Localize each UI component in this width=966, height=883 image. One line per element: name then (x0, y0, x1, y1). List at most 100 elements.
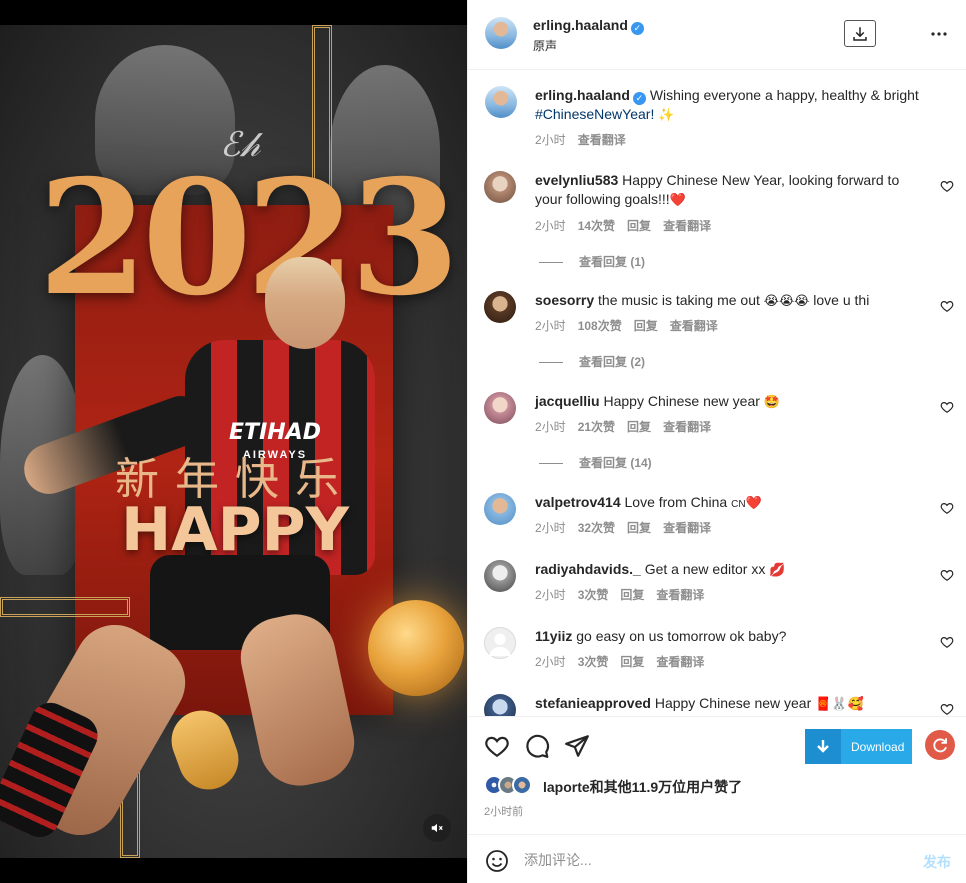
smiley-icon[interactable] (485, 849, 509, 873)
translate-button[interactable]: 查看翻译 (670, 319, 718, 333)
reply-button[interactable]: 回复 (627, 521, 651, 535)
verified-badge-icon: ✓ (630, 22, 644, 35)
comment-likes[interactable]: 3次赞 (578, 588, 609, 602)
comment-username[interactable]: stefanieapproved (535, 695, 651, 711)
cn-flag-emoji: CN (731, 499, 746, 510)
player-boot (163, 702, 247, 798)
comment-likes[interactable]: 21次赞 (578, 420, 615, 434)
comment-time[interactable]: 2小时 (535, 588, 566, 602)
view-replies-button[interactable]: 查看回复 (2) (539, 353, 645, 370)
caption-text: Wishing everyone a happy, healthy & brig… (649, 87, 919, 103)
comment-likes[interactable]: 108次赞 (578, 319, 622, 333)
caption-username[interactable]: erling.haaland (535, 87, 630, 103)
refresh-button[interactable] (925, 730, 955, 760)
author-username[interactable]: erling.haaland (533, 17, 628, 33)
heart-icon[interactable] (940, 299, 954, 313)
comment-avatar[interactable] (484, 560, 516, 592)
translate-button[interactable]: 查看翻译 (663, 219, 711, 233)
comment-avatar[interactable] (484, 171, 516, 203)
audio-label[interactable]: 原声 (533, 37, 557, 54)
speaker-muted-icon (431, 823, 443, 833)
heart-icon[interactable] (940, 568, 954, 582)
comment-time[interactable]: 2小时 (535, 420, 566, 434)
translate-button[interactable]: 查看翻译 (663, 420, 711, 434)
heart-icon[interactable] (484, 733, 510, 759)
comment-time[interactable]: 2小时 (535, 655, 566, 669)
author-avatar[interactable] (485, 17, 517, 49)
download-tray-icon (853, 26, 867, 41)
comment-time[interactable]: 2小时 (535, 319, 566, 333)
comment-text: Happy Chinese new year (654, 695, 812, 711)
heart-icon[interactable] (940, 400, 954, 414)
heart-emoji: ❤️ (669, 193, 686, 208)
translate-button[interactable]: 查看翻译 (656, 588, 704, 602)
paper-plane-icon[interactable] (564, 733, 590, 759)
comment-avatar[interactable] (484, 392, 516, 424)
download-arrow-icon (805, 729, 841, 764)
comment-text: Get a new editor xx (644, 561, 766, 577)
kiss-emoji: 💋 (769, 563, 786, 578)
comment-username[interactable]: evelynliu583 (535, 172, 618, 188)
liker-avatar (512, 775, 532, 795)
more-options-button[interactable] (926, 22, 952, 46)
post-media[interactable]: ℰ𝒽 2023 ETIHAD AIRWAYS 新年快乐 HAPPY (0, 0, 467, 883)
comment-text: the music is taking me out (598, 292, 760, 308)
comments-list[interactable]: erling.haaland ✓ Wishing everyone a happy… (468, 70, 966, 716)
download-tray-button[interactable] (844, 20, 876, 47)
comment-bubble-icon[interactable] (524, 733, 550, 759)
heart-emoji: ❤️ (745, 496, 762, 511)
comment-likes[interactable]: 14次赞 (578, 219, 615, 233)
comment-text: Happy Chinese new year (603, 393, 760, 409)
star-eyes-emoji: 🤩 (763, 395, 780, 410)
comment-username[interactable]: jacquelliu (535, 393, 600, 409)
reply-button[interactable]: 回复 (627, 420, 651, 434)
player-head (265, 257, 345, 349)
likes-summary[interactable]: laporte和其他11.9万位用户赞了 (543, 777, 742, 797)
posted-time[interactable]: 2小时前 (484, 803, 523, 819)
view-replies-button[interactable]: 查看回复 (14) (539, 454, 652, 471)
reply-button[interactable]: 回复 (634, 319, 658, 333)
reply-button[interactable]: 回复 (627, 219, 651, 233)
heart-icon[interactable] (940, 635, 954, 649)
comment-username[interactable]: soesorry (535, 292, 594, 308)
mute-button[interactable] (423, 814, 451, 842)
heart-icon[interactable] (940, 179, 954, 193)
translate-button[interactable]: 查看翻译 (656, 655, 704, 669)
comment-avatar[interactable] (484, 493, 516, 525)
caption-hashtag[interactable]: #ChineseNewYear! (535, 106, 654, 122)
crying-emoji: 😭😭😭 (763, 294, 810, 309)
sparkles-emoji: ✨ (658, 108, 675, 123)
view-replies-button[interactable]: 查看回复 (1) (539, 253, 645, 270)
jersey-sponsor: ETIHAD (229, 420, 321, 445)
comment-username[interactable]: 11yiiz (535, 628, 572, 644)
caption-translate[interactable]: 查看翻译 (578, 133, 626, 147)
caption-avatar[interactable] (485, 86, 517, 118)
view-replies-label: 查看回复 (1) (579, 255, 646, 269)
comment-avatar[interactable] (484, 291, 516, 323)
comment-text-cont: love u thi (813, 292, 870, 308)
comment-avatar[interactable] (484, 627, 516, 659)
comment-likes[interactable]: 32次赞 (578, 521, 615, 535)
reply-button[interactable]: 回复 (620, 588, 644, 602)
comment-likes[interactable]: 3次赞 (578, 655, 609, 669)
heart-icon[interactable] (940, 501, 954, 515)
comment-time[interactable]: 2小时 (535, 219, 566, 233)
post-comment-button[interactable]: 发布 (923, 852, 951, 872)
add-comment-bar: 发布 (468, 834, 966, 883)
default-avatar-icon (488, 633, 512, 657)
view-replies-label: 查看回复 (14) (579, 456, 652, 470)
comment-username[interactable]: radiyahdavids._ (535, 561, 641, 577)
comment-time[interactable]: 2小时 (535, 521, 566, 535)
comment-input[interactable] (524, 845, 904, 875)
caption-time[interactable]: 2小时 (535, 133, 566, 147)
comment-text: Love from China (624, 494, 728, 510)
translate-button[interactable]: 查看翻译 (663, 521, 711, 535)
refresh-icon (933, 738, 947, 753)
heart-icon[interactable] (940, 702, 954, 716)
media-image[interactable]: ℰ𝒽 2023 ETIHAD AIRWAYS 新年快乐 HAPPY (0, 25, 467, 858)
comment-username[interactable]: valpetrov414 (535, 494, 621, 510)
download-button[interactable]: Download (805, 729, 912, 764)
reply-button[interactable]: 回复 (620, 655, 644, 669)
verified-badge-icon: ✓ (632, 92, 646, 105)
comment-avatar[interactable] (484, 694, 516, 716)
